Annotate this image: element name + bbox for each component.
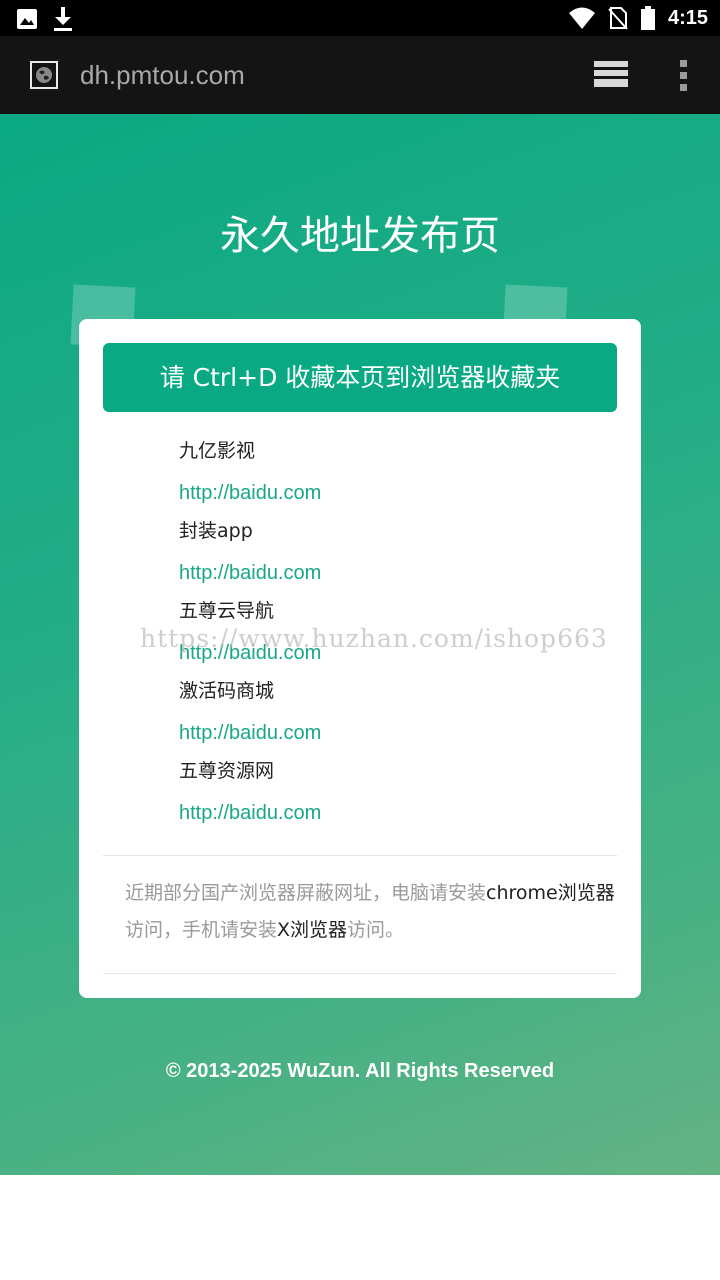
site-name: 封装app <box>179 520 253 542</box>
url-bar[interactable]: dh.pmtou.com <box>80 58 245 92</box>
site-link[interactable]: http://baidu.com <box>179 473 599 513</box>
divider <box>103 855 617 856</box>
status-bar: 4:15 <box>0 0 720 36</box>
browser-notice: 近期部分国产浏览器屏蔽网址，电脑请安装chrome浏览器访问，手机请安装X浏览器… <box>125 875 617 949</box>
status-time: 4:15 <box>667 7 708 29</box>
browser-toolbar: dh.pmtou.com <box>0 36 720 114</box>
site-name: 五尊资源网 <box>179 760 275 782</box>
no-sim-icon <box>608 7 628 30</box>
image-icon <box>17 9 37 29</box>
site-link[interactable]: http://baidu.com <box>179 553 599 593</box>
wifi-icon <box>568 7 595 29</box>
watermark: https://www.huzhan.com/ishop663 <box>140 624 608 653</box>
site-globe-icon[interactable] <box>30 61 58 89</box>
site-link[interactable]: http://baidu.com <box>179 793 599 833</box>
notice-xbrowser: X浏览器 <box>277 919 348 941</box>
site-name: 九亿影视 <box>179 440 256 462</box>
notice-chrome: chrome浏览器 <box>486 882 615 904</box>
notice-text: 访问，手机请安装 <box>125 919 278 941</box>
overflow-menu-icon[interactable] <box>674 58 694 94</box>
divider <box>103 973 617 974</box>
page-title: 永久地址发布页 <box>220 213 500 259</box>
tabs-icon[interactable] <box>592 58 632 92</box>
address-card: 请 Ctrl+D 收藏本页到浏览器收藏夹 九亿影视 http://baidu.c… <box>79 319 641 998</box>
site-name: 激活码商城 <box>179 680 275 702</box>
notice-text: 近期部分国产浏览器屏蔽网址，电脑请安装 <box>125 882 487 904</box>
battery-icon <box>640 6 655 30</box>
bookmark-hint-banner: 请 Ctrl+D 收藏本页到浏览器收藏夹 <box>103 343 617 412</box>
site-link[interactable]: http://baidu.com <box>179 713 599 753</box>
notice-text: 访问。 <box>347 919 405 941</box>
download-icon <box>54 7 72 31</box>
copyright-footer: © 2013-2025 WuZun. All Rights Reserved <box>165 1060 555 1082</box>
